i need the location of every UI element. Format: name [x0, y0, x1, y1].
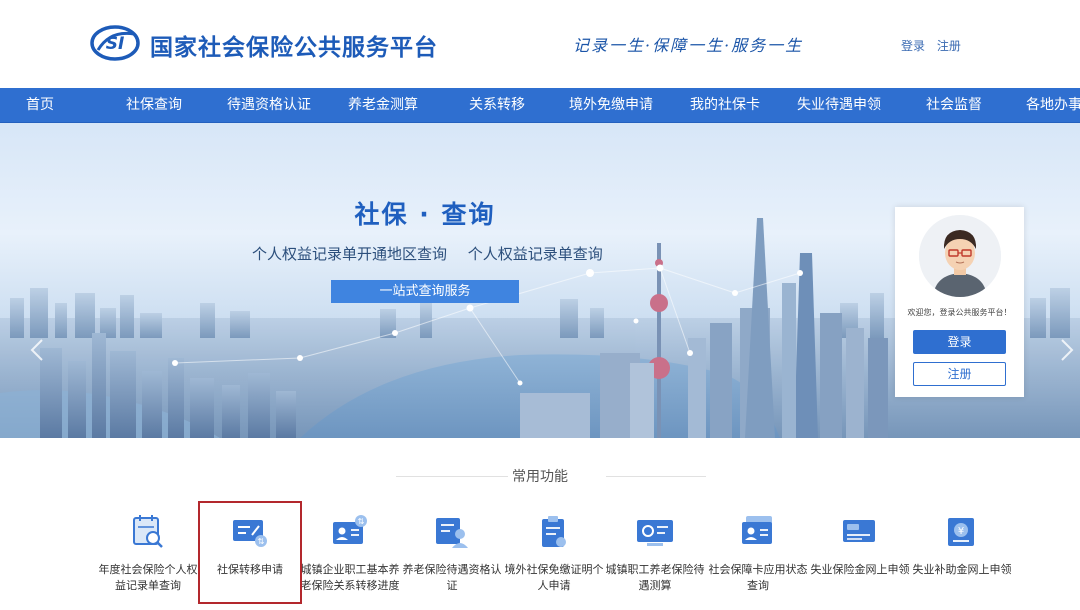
- hero-banner: 社保 · 查询 个人权益记录单开通地区查询 个人权益记录单查询 一站式查询服务 …: [0, 123, 1080, 438]
- si-logo-icon[interactable]: SI: [90, 24, 140, 62]
- func-card-status-query[interactable]: 社会保障卡应用状态查询: [708, 512, 808, 594]
- slogan: 记录一生·保障一生·服务一生: [573, 36, 804, 55]
- svg-text:⇅: ⇅: [258, 537, 265, 546]
- site-title: 国家社会保险公共服务平台: [150, 35, 438, 61]
- svg-text:¥: ¥: [958, 526, 964, 537]
- func-social-security-transfer[interactable]: ⇅ 社保转移申请: [200, 512, 300, 578]
- nav-item-relationship-transfer[interactable]: 关系转移: [469, 88, 525, 122]
- func-unemployment-insurance-claim[interactable]: 失业保险金网上申领: [810, 512, 910, 578]
- banner-title: 社保 · 查询: [354, 200, 496, 229]
- nav-item-pension-calculation[interactable]: 养老金测算: [348, 88, 418, 122]
- func-annual-record-query[interactable]: 年度社会保险个人权益记录单查询: [98, 512, 198, 594]
- subsidy-document-icon: ¥: [948, 518, 974, 546]
- login-button[interactable]: 登录: [913, 330, 1006, 354]
- welcome-text: 欢迎您，登录公共服务平台！: [907, 308, 1012, 317]
- id-card-transfer-icon: ⇅: [333, 515, 367, 544]
- login-card: 欢迎您，登录公共服务平台！ 登录 注册: [895, 207, 1024, 397]
- register-button[interactable]: 注册: [913, 362, 1006, 386]
- func-pension-qualification[interactable]: 养老保险待遇资格认证: [402, 512, 502, 594]
- func-label: 境外社保免缴证明个人申请: [504, 563, 604, 592]
- avatar: [919, 215, 1001, 297]
- nav-item-unemployment-benefits[interactable]: 失业待遇申领: [797, 88, 881, 122]
- func-label: 社保转移申请: [217, 563, 283, 576]
- main-nav: 首页 社保查询 待遇资格认证 养老金测算 关系转移 境外免缴申请 我的社保卡 失…: [0, 88, 1080, 123]
- unemployment-card-icon: [843, 520, 875, 542]
- link-record-query[interactable]: 个人权益记录单查询: [468, 245, 603, 263]
- banner-links: 个人权益记录单开通地区查询 个人权益记录单查询: [252, 243, 619, 264]
- func-label: 养老保险待遇资格认证: [402, 563, 502, 592]
- nav-item-benefit-qualification[interactable]: 待遇资格认证: [227, 88, 311, 122]
- register-link[interactable]: 注册: [937, 39, 961, 53]
- nav-item-social-supervision[interactable]: 社会监督: [926, 88, 982, 122]
- func-label: 失业补助金网上申领: [912, 563, 1012, 576]
- calendar-search-icon: [133, 515, 163, 548]
- nav-item-home[interactable]: 首页: [26, 88, 54, 122]
- nav-item-my-card[interactable]: 我的社保卡: [690, 88, 760, 122]
- func-label: 城镇企业职工基本养老保险关系转移进度: [300, 563, 400, 592]
- func-unemployment-subsidy-claim[interactable]: ¥ 失业补助金网上申领: [912, 512, 1012, 578]
- site-header: SI 国家社会保险公共服务平台 记录一生·保障一生·服务一生 登录 注册: [0, 0, 1080, 88]
- svg-text:⇅: ⇅: [358, 517, 365, 526]
- func-label: 社会保障卡应用状态查询: [708, 563, 808, 592]
- link-record-regions[interactable]: 个人权益记录单开通地区查询: [252, 245, 447, 263]
- section-title-common-functions: 常用功能: [512, 469, 568, 485]
- nav-item-local-services[interactable]: 各地办事: [1026, 88, 1080, 122]
- carousel-prev-icon[interactable]: [28, 338, 46, 362]
- divider-right: [606, 476, 706, 477]
- nav-item-overseas-exemption[interactable]: 境外免缴申请: [569, 88, 653, 122]
- func-label: 年度社会保险个人权益记录单查询: [98, 563, 198, 592]
- person-verify-icon: [436, 518, 468, 548]
- func-label: 失业保险金网上申领: [810, 563, 910, 576]
- func-pension-transfer-progress[interactable]: ⇅ 城镇企业职工基本养老保险关系转移进度: [300, 512, 400, 594]
- one-stop-query-button[interactable]: 一站式查询服务: [331, 280, 519, 303]
- user-avatar-icon: [919, 215, 1001, 297]
- card-transfer-icon: ⇅: [233, 520, 267, 547]
- screen-calculator-icon: [637, 520, 673, 546]
- clipboard-certificate-icon: [542, 516, 566, 547]
- func-overseas-exemption-certificate[interactable]: 境外社保免缴证明个人申请: [504, 512, 604, 594]
- logo-text: SI: [106, 34, 125, 54]
- carousel-next-icon[interactable]: [1058, 338, 1076, 362]
- auth-links: 登录 注册: [901, 37, 969, 54]
- func-label: 城镇职工养老保险待遇测算: [605, 563, 705, 592]
- social-security-card-icon: [742, 516, 772, 544]
- nav-item-social-security-query[interactable]: 社保查询: [126, 88, 182, 122]
- login-link[interactable]: 登录: [901, 39, 925, 53]
- func-pension-benefit-calculation[interactable]: 城镇职工养老保险待遇测算: [605, 512, 705, 594]
